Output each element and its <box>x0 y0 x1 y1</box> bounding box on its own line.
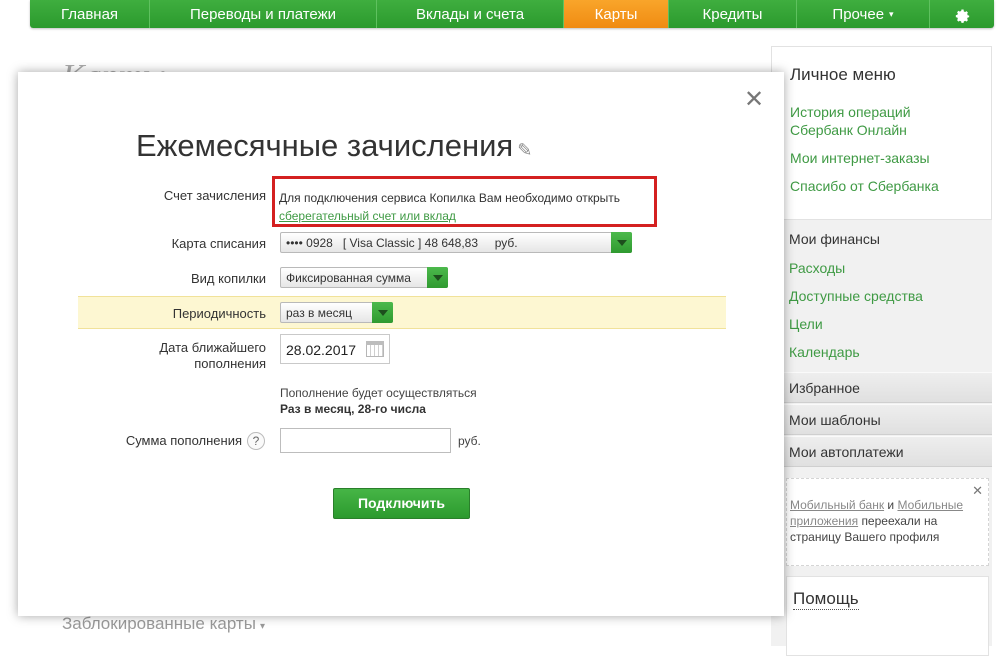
chevron-down-icon: ▾ <box>259 621 265 632</box>
nav-item-cards[interactable]: Карты <box>564 0 669 28</box>
date-label-line1: Дата ближайшего <box>159 340 266 355</box>
schedule-info-detail: Раз в месяц, 28-го числа <box>280 402 426 416</box>
nav-item-other[interactable]: Прочее ▾ <box>797 0 930 28</box>
finances-title: Мои финансы <box>789 231 880 247</box>
help-title[interactable]: Помощь <box>793 589 859 610</box>
sidebar-item-label: Избранное <box>789 380 860 396</box>
chevron-down-icon <box>611 232 632 253</box>
personal-menu: Личное меню История операций Сбербанк Он… <box>771 46 992 220</box>
amount-input[interactable] <box>280 428 451 453</box>
dialog-title: Ежемесячные зачисления ✎ <box>136 128 532 164</box>
amount-label: Сумма пополнения <box>125 433 242 448</box>
sidebar-link-history[interactable]: История операций Сбербанк Онлайн <box>790 103 930 139</box>
close-icon[interactable]: ✕ <box>972 483 983 499</box>
sidebar-link-orders[interactable]: Мои интернет-заказы <box>790 149 930 167</box>
blocked-cards-toggle[interactable]: Заблокированные карты ▾ <box>62 614 265 634</box>
periodicity-label: Периодичность <box>172 306 266 321</box>
pencil-icon[interactable]: ✎ <box>517 140 532 160</box>
sidebar-link-calendar[interactable]: Календарь <box>789 343 860 361</box>
schedule-info: Пополнение будет осуществляться <box>280 386 477 400</box>
blocked-cards-label: Заблокированные карты <box>62 614 256 633</box>
monthly-deposit-dialog: ✕ Ежемесячные зачисления ✎ Счет зачислени… <box>18 72 784 616</box>
mobile-bank-link[interactable]: Мобильный банк <box>790 498 884 512</box>
type-select[interactable]: Фиксированная сумма <box>280 267 448 288</box>
card-select-value: •••• 0928 [ Visa Classic ] 48 648,83 руб… <box>286 236 518 250</box>
nav-item-label: Главная <box>60 5 119 23</box>
card-select[interactable]: •••• 0928 [ Visa Classic ] 48 648,83 руб… <box>280 232 632 253</box>
personal-menu-title: Личное меню <box>790 65 896 84</box>
nav-item-transfers[interactable]: Переводы и платежи <box>150 0 377 28</box>
sidebar-item-templates[interactable]: Мои шаблоны <box>771 404 992 435</box>
nav-item-credits[interactable]: Кредиты <box>669 0 797 28</box>
chevron-down-icon <box>427 267 448 288</box>
sidebar-item-autopayments[interactable]: Мои автоплатежи <box>771 436 992 467</box>
mobile-notice: ✕ Мобильный банк и Мобильные приложения … <box>786 478 989 566</box>
sidebar-item-label: Мои шаблоны <box>789 412 881 428</box>
nav-item-label: Переводы и платежи <box>189 5 337 23</box>
type-select-value: Фиксированная сумма <box>286 271 411 285</box>
nav-item-label: Прочее <box>832 5 885 23</box>
top-navigation: Главная Переводы и платежи Вклады и счет… <box>30 0 994 28</box>
gear-icon <box>955 9 969 23</box>
calendar-icon[interactable] <box>366 341 384 357</box>
nav-item-main[interactable]: Главная <box>30 0 150 28</box>
date-label-line2: пополнения <box>194 356 266 371</box>
type-label: Вид копилки <box>190 271 266 286</box>
sidebar-link-thanks[interactable]: Спасибо от Сбербанка <box>790 177 939 195</box>
sidebar-item-favorites[interactable]: Избранное <box>771 372 992 403</box>
account-warning-highlight: Для подключения сервиса Копилка Вам необ… <box>272 176 657 227</box>
sidebar-link-goals[interactable]: Цели <box>789 315 823 333</box>
sidebar-item-label: Мои автоплатежи <box>789 444 904 460</box>
connect-button[interactable]: Подключить <box>333 488 470 519</box>
date-field[interactable]: 28.02.2017 <box>280 334 390 364</box>
date-value: 28.02.2017 <box>286 342 357 358</box>
account-label: Счет зачисления <box>163 188 266 203</box>
periodicity-select-value: раз в месяц <box>286 306 353 320</box>
open-savings-link[interactable]: сберегательный счет или вклад <box>279 209 456 223</box>
account-warning-text: Для подключения сервиса Копилка Вам необ… <box>279 191 621 205</box>
periodicity-select[interactable]: раз в месяц <box>280 302 393 323</box>
sidebar-link-expenses[interactable]: Расходы <box>789 259 845 277</box>
close-icon[interactable]: ✕ <box>744 88 764 112</box>
currency-label: руб. <box>458 434 481 448</box>
settings-button[interactable] <box>930 0 994 28</box>
chevron-down-icon: ▾ <box>889 8 894 19</box>
help-block: Помощь <box>786 576 989 656</box>
nav-item-label: Кредиты <box>702 5 763 23</box>
nav-item-label: Карты <box>594 5 638 23</box>
sidebar-link-available[interactable]: Доступные средства <box>789 287 923 305</box>
card-label: Карта списания <box>171 236 266 251</box>
nav-item-label: Вклады и счета <box>415 5 525 23</box>
dialog-title-text: Ежемесячные зачисления <box>136 128 514 163</box>
help-icon[interactable]: ? <box>247 432 265 450</box>
chevron-down-icon <box>372 302 393 323</box>
right-sidebar: Личное меню История операций Сбербанк Он… <box>771 46 992 656</box>
notice-and: и <box>887 498 895 512</box>
nav-item-deposits[interactable]: Вклады и счета <box>377 0 564 28</box>
